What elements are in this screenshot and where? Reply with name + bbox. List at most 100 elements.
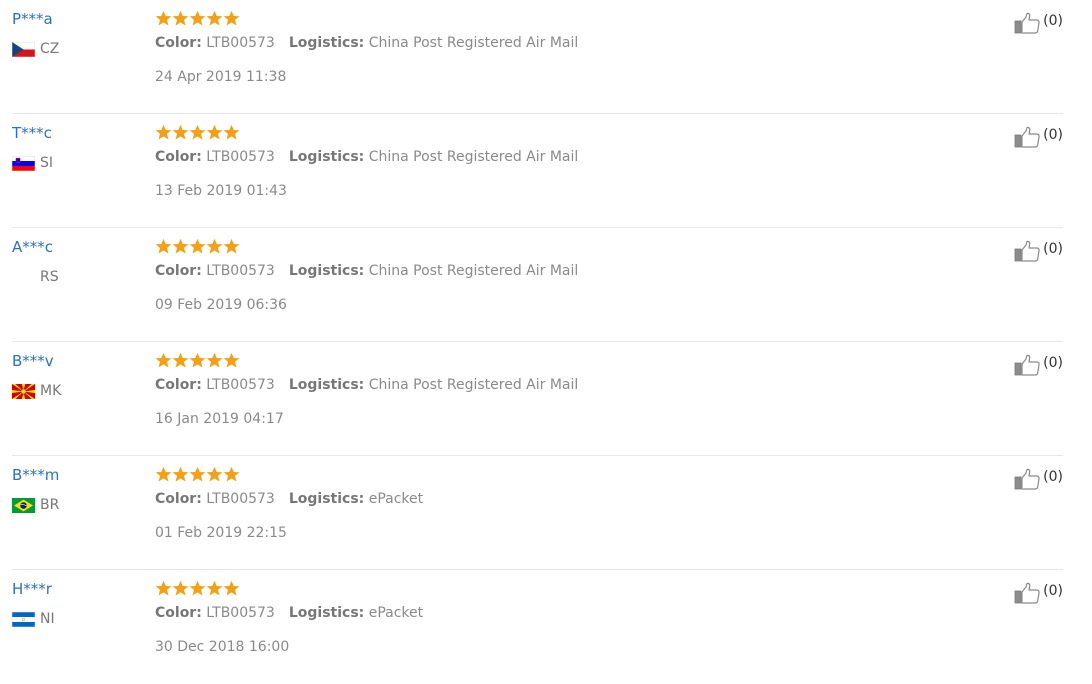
star-icon [155,352,172,369]
star-icon [206,352,223,369]
helpful-button[interactable]: (0) [1014,126,1063,148]
ni-flag-icon [12,611,35,627]
helpful-count: (0) [1043,13,1063,29]
star-rating [155,580,240,598]
review-meta: Color: LTB00573 Logistics: China Post Reg… [155,263,578,279]
review-item: B***m BR Color: LTB00573 Logistics: ePack… [12,456,1063,570]
star-icon [172,10,189,27]
review-list: P***a CZ Color: LTB00573 Logistics: China… [12,0,1063,684]
review-meta: Color: LTB00573 Logistics: China Post Reg… [155,35,578,51]
helpful-button[interactable]: (0) [1014,12,1063,34]
color-value: LTB00573 [206,377,275,393]
star-icon [223,124,240,141]
country-code: SI [40,155,54,171]
reviewer-name-link[interactable]: P***a [12,10,53,28]
logistics-label: Logistics: [288,263,365,279]
star-icon [223,580,240,597]
color-value: LTB00573 [206,605,275,621]
reviewer-country: CZ [12,40,59,58]
thumbs-up-icon[interactable] [1014,12,1041,34]
star-icon [172,466,189,483]
logistics-value: ePacket [368,605,424,621]
reviewer-name-link[interactable]: T***c [12,124,52,142]
country-code: BR [40,497,60,513]
review-meta: Color: LTB00573 Logistics: China Post Reg… [155,149,578,165]
country-code: RS [40,269,59,285]
star-icon [206,466,223,483]
review-date: 24 Apr 2019 11:38 [155,69,287,85]
thumbs-up-icon[interactable] [1014,240,1041,262]
country-code: CZ [40,41,60,57]
helpful-button[interactable]: (0) [1014,582,1063,604]
helpful-button[interactable]: (0) [1014,240,1063,262]
logistics-value: ePacket [368,491,424,507]
review-item: A***c RS Color: LTB00573 Logistics: China… [12,228,1063,342]
logistics-label: Logistics: [288,35,365,51]
star-icon [155,10,172,27]
star-icon [189,124,206,141]
thumbs-up-icon[interactable] [1014,468,1041,490]
star-rating [155,352,240,370]
star-icon [189,580,206,597]
color-label: Color: [155,149,202,165]
star-icon [155,580,172,597]
reviewer-country: NI [12,610,55,628]
star-icon [189,352,206,369]
review-date: 09 Feb 2019 06:36 [155,297,287,313]
color-value: LTB00573 [206,149,275,165]
reviewer-name-link[interactable]: B***m [12,466,59,484]
review-item: B***v MK Color: LTB00573 Logistics: China… [12,342,1063,456]
star-icon [172,238,189,255]
helpful-button[interactable]: (0) [1014,468,1063,490]
star-icon [206,124,223,141]
logistics-value: China Post Registered Air Mail [368,263,579,279]
reviewer-country: RS [12,268,59,286]
logistics-label: Logistics: [288,491,365,507]
star-icon [223,466,240,483]
star-icon [155,238,172,255]
reviewer-name-link[interactable]: A***c [12,238,53,256]
mk-flag-icon [12,383,35,399]
br-flag-icon [12,497,35,513]
star-rating [155,466,240,484]
helpful-count: (0) [1043,469,1063,485]
helpful-button[interactable]: (0) [1014,354,1063,376]
review-date: 30 Dec 2018 16:00 [155,639,290,655]
thumbs-up-icon[interactable] [1014,126,1041,148]
logistics-label: Logistics: [288,605,365,621]
color-value: LTB00573 [206,35,275,51]
star-icon [223,238,240,255]
helpful-count: (0) [1043,127,1063,143]
review-date: 13 Feb 2019 01:43 [155,183,287,199]
color-label: Color: [155,263,202,279]
logistics-label: Logistics: [288,377,365,393]
thumbs-up-icon[interactable] [1014,354,1041,376]
thumbs-up-icon[interactable] [1014,582,1041,604]
cz-flag-icon [12,41,35,57]
helpful-count: (0) [1043,355,1063,371]
reviewer-name-link[interactable]: B***v [12,352,54,370]
reviewer-country: BR [12,496,59,514]
color-label: Color: [155,491,202,507]
color-label: Color: [155,35,202,51]
reviewer-name-link[interactable]: H***r [12,580,52,598]
helpful-count: (0) [1043,241,1063,257]
star-icon [172,352,189,369]
review-item: H***r NI Color: LTB00573 Logistics: ePack… [12,570,1063,684]
color-label: Color: [155,377,202,393]
star-rating [155,238,240,256]
star-rating [155,124,240,142]
star-icon [223,10,240,27]
star-icon [155,466,172,483]
star-icon [172,124,189,141]
review-item: T***c SI Color: LTB00573 Logistics: China… [12,114,1063,228]
color-label: Color: [155,605,202,621]
si-flag-icon [12,155,35,171]
review-date: 16 Jan 2019 04:17 [155,411,284,427]
star-icon [206,580,223,597]
reviewer-country: MK [12,382,61,400]
star-icon [172,580,189,597]
star-rating [155,10,240,28]
review-date: 01 Feb 2019 22:15 [155,525,287,541]
country-code: NI [40,611,55,627]
